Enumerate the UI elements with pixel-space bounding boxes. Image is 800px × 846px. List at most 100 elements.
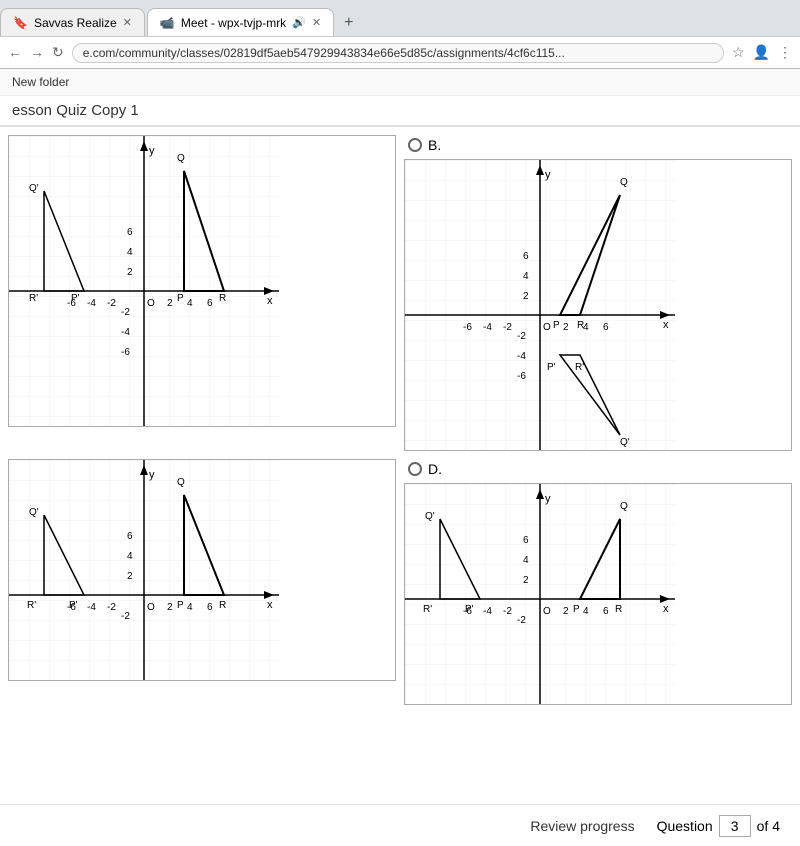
- svg-text:6: 6: [127, 531, 133, 542]
- option-d-label: D.: [428, 461, 442, 477]
- svg-text:Q': Q': [29, 183, 39, 194]
- svg-text:O: O: [543, 606, 551, 617]
- tab-savvas-close[interactable]: ✕: [123, 16, 132, 29]
- option-c-svg: y x 6 4 2 -2 -6 -4 -2 O 2 4 6: [9, 460, 279, 680]
- option-b-graph[interactable]: y x 6 4 2 -2 -4 -6 -6 -4 -2 O 2 4 6: [404, 159, 792, 451]
- svg-text:P: P: [177, 600, 184, 611]
- svg-text:-4: -4: [517, 351, 526, 362]
- tab-bar: 🔖 Savvas Realize ✕ 📹 Meet - wpx-tvjp-mrk…: [0, 0, 800, 36]
- bookmark-icon[interactable]: ☆: [732, 44, 745, 61]
- main-content: y x 6 4 2 -2 -4 -6 -6 -4 -2 O 2 4 6: [0, 127, 800, 713]
- option-a-svg: y x 6 4 2 -2 -4 -6 -6 -4 -2 O 2 4 6: [9, 136, 279, 426]
- svg-text:P: P: [553, 320, 560, 331]
- svg-text:4: 4: [523, 555, 529, 566]
- svg-text:6: 6: [603, 322, 609, 333]
- nav-icons: ← → ↻: [8, 44, 64, 61]
- forward-icon[interactable]: →: [30, 44, 44, 61]
- svg-text:-6: -6: [517, 371, 526, 382]
- svg-text:Q: Q: [620, 177, 628, 188]
- tab-meet-close[interactable]: ✕: [312, 16, 321, 29]
- right-icons: ☆ 👤 ⋮: [732, 44, 792, 61]
- svg-text:x: x: [267, 599, 273, 611]
- svg-text:2: 2: [563, 322, 569, 333]
- svg-text:-4: -4: [87, 298, 96, 309]
- svg-text:P: P: [573, 604, 580, 615]
- svg-text:x: x: [267, 295, 273, 307]
- svg-text:-2: -2: [517, 331, 526, 342]
- svg-text:4: 4: [583, 606, 589, 617]
- tab-meet-label: Meet - wpx-tvjp-mrk: [181, 16, 286, 30]
- svg-text:P': P': [547, 362, 556, 373]
- svg-text:6: 6: [207, 602, 213, 613]
- svg-text:2: 2: [167, 298, 173, 309]
- svg-text:2: 2: [523, 575, 529, 586]
- option-b-container: B. y x: [404, 135, 792, 451]
- option-c-container: y x 6 4 2 -2 -6 -4 -2 O 2 4 6: [8, 459, 396, 705]
- option-d-radio[interactable]: [408, 462, 422, 476]
- svg-text:R': R': [575, 362, 584, 373]
- savvas-icon: 🔖: [13, 16, 28, 30]
- option-b-header: B.: [404, 135, 792, 155]
- svg-text:R': R': [29, 293, 38, 304]
- svg-text:R': R': [27, 600, 36, 611]
- option-c-graph[interactable]: y x 6 4 2 -2 -6 -4 -2 O 2 4 6: [8, 459, 396, 681]
- top-bar: New folder: [0, 69, 800, 96]
- tab-savvas-label: Savvas Realize: [34, 16, 117, 30]
- svg-text:x: x: [663, 603, 669, 615]
- svg-text:-4: -4: [87, 602, 96, 613]
- question-label: Question: [657, 818, 713, 834]
- address-bar: ← → ↻ e.com/community/classes/02819df5ae…: [0, 36, 800, 68]
- tab-meet[interactable]: 📹 Meet - wpx-tvjp-mrk 🔊 ✕: [147, 8, 334, 36]
- svg-text:y: y: [545, 493, 551, 505]
- svg-text:-4: -4: [483, 322, 492, 333]
- option-d-graph[interactable]: y x 6 4 2 -2 -6 -4 -2 O 2 4 6: [404, 483, 792, 705]
- svg-text:Q': Q': [29, 507, 39, 518]
- review-progress-button[interactable]: Review progress: [520, 812, 644, 840]
- browser-chrome: 🔖 Savvas Realize ✕ 📹 Meet - wpx-tvjp-mrk…: [0, 0, 800, 69]
- question-number-input[interactable]: [719, 815, 751, 837]
- option-b-svg: y x 6 4 2 -2 -4 -6 -6 -4 -2 O 2 4 6: [405, 160, 675, 450]
- svg-text:y: y: [149, 145, 155, 157]
- svg-text:O: O: [147, 298, 155, 309]
- svg-text:P': P': [465, 604, 474, 615]
- svg-text:R: R: [615, 604, 622, 615]
- svg-text:6: 6: [207, 298, 213, 309]
- svg-text:2: 2: [563, 606, 569, 617]
- svg-text:-4: -4: [121, 327, 130, 338]
- svg-text:Q': Q': [425, 511, 435, 522]
- svg-text:-6: -6: [121, 347, 130, 358]
- svg-text:-2: -2: [517, 615, 526, 626]
- svg-text:R: R: [219, 293, 226, 304]
- menu-icon[interactable]: ⋮: [778, 44, 792, 61]
- svg-text:y: y: [149, 469, 155, 481]
- svg-text:-4: -4: [483, 606, 492, 617]
- svg-text:4: 4: [187, 602, 193, 613]
- svg-text:6: 6: [127, 227, 133, 238]
- svg-text:6: 6: [603, 606, 609, 617]
- new-folder-label: New folder: [12, 75, 69, 89]
- option-d-container: D. y x: [404, 459, 792, 705]
- meet-icon: 📹: [160, 16, 175, 30]
- svg-text:6: 6: [523, 535, 529, 546]
- svg-text:R: R: [219, 600, 226, 611]
- tab-savvas[interactable]: 🔖 Savvas Realize ✕: [0, 8, 145, 36]
- new-tab-button[interactable]: +: [336, 10, 361, 36]
- bottom-bar: Review progress Question of 4: [0, 804, 800, 846]
- svg-text:4: 4: [127, 247, 133, 258]
- svg-text:R: R: [577, 320, 584, 331]
- svg-text:Q: Q: [177, 477, 185, 488]
- option-b-radio[interactable]: [408, 138, 422, 152]
- option-d-svg: y x 6 4 2 -2 -6 -4 -2 O 2 4 6: [405, 484, 675, 704]
- svg-text:-2: -2: [107, 602, 116, 613]
- option-a-graph[interactable]: y x 6 4 2 -2 -4 -6 -6 -4 -2 O 2 4 6: [8, 135, 396, 427]
- svg-text:R': R': [423, 604, 432, 615]
- back-icon[interactable]: ←: [8, 44, 22, 61]
- profile-icon[interactable]: 👤: [753, 44, 770, 61]
- svg-text:4: 4: [187, 298, 193, 309]
- svg-text:P': P': [71, 293, 80, 304]
- svg-text:-2: -2: [107, 298, 116, 309]
- reload-icon[interactable]: ↻: [52, 44, 64, 61]
- svg-text:2: 2: [127, 571, 133, 582]
- address-input[interactable]: e.com/community/classes/02819df5aeb54792…: [72, 43, 724, 63]
- svg-text:x: x: [663, 319, 669, 331]
